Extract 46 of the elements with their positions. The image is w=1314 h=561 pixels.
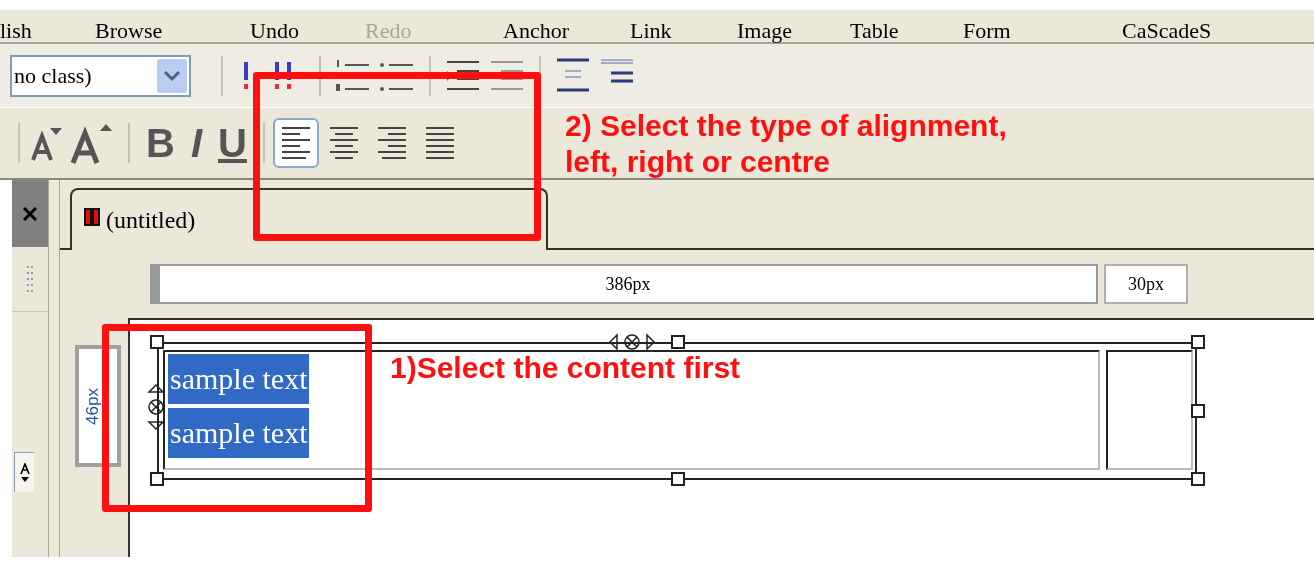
resize-handle[interactable] bbox=[150, 472, 164, 486]
annotation-text: left, right or centre bbox=[565, 144, 832, 180]
row-move-icon[interactable] bbox=[147, 382, 165, 432]
column-width-label: 30px bbox=[1128, 272, 1164, 296]
menu-item[interactable]: Undo bbox=[250, 14, 299, 47]
resize-handle[interactable] bbox=[1191, 472, 1205, 486]
resize-handle[interactable] bbox=[1191, 335, 1205, 349]
close-icon[interactable] bbox=[23, 206, 37, 221]
chevron-down-icon bbox=[157, 58, 187, 93]
menu-item[interactable]: Table bbox=[850, 14, 899, 47]
text-style-button[interactable]: I bbox=[182, 123, 210, 163]
document-tab[interactable]: (untitled) bbox=[70, 188, 548, 250]
cell-text: sample text bbox=[168, 408, 310, 458]
align-left-icon bbox=[279, 125, 312, 161]
exclamation-icon[interactable] bbox=[241, 61, 251, 90]
menu-item[interactable]: Image bbox=[737, 14, 792, 47]
resize-handle[interactable] bbox=[1191, 404, 1205, 418]
align-left-button[interactable] bbox=[272, 118, 319, 168]
outdent-icon[interactable] bbox=[489, 58, 525, 93]
menu-item[interactable]: Link bbox=[630, 14, 672, 47]
align-center-icon bbox=[327, 125, 360, 161]
resize-handle[interactable] bbox=[150, 335, 164, 349]
annotation-text: 2) Select the type of alignment, bbox=[565, 108, 1007, 144]
annotation-text: 1)Select the content first bbox=[390, 350, 741, 386]
class-dropdown[interactable]: no class) bbox=[10, 54, 191, 97]
menu-item[interactable]: CaScadeS bbox=[1122, 14, 1212, 47]
menu-item[interactable]: Browse bbox=[95, 14, 163, 47]
menu-item[interactable]: Form bbox=[963, 14, 1011, 47]
text-style-button[interactable]: U bbox=[210, 123, 255, 163]
text-style-button[interactable]: B bbox=[138, 123, 183, 163]
horizontal-rule-icon[interactable] bbox=[557, 56, 589, 95]
font-size-icon[interactable] bbox=[18, 462, 31, 483]
column-width-label: 386px bbox=[605, 272, 651, 296]
row-height-label: 46px bbox=[84, 387, 101, 425]
menu-item[interactable]: Anchor bbox=[503, 14, 569, 47]
indent-icon[interactable] bbox=[445, 58, 481, 93]
resize-handle[interactable] bbox=[671, 472, 685, 486]
align-right-icon bbox=[375, 125, 408, 161]
grip-icon[interactable] bbox=[26, 264, 34, 294]
column-move-icon[interactable] bbox=[607, 333, 657, 351]
document-icon bbox=[84, 208, 100, 226]
menu-item[interactable]: lish bbox=[0, 14, 32, 47]
cell-text: sample text bbox=[168, 354, 310, 404]
resize-handle[interactable] bbox=[671, 335, 685, 349]
align-justify-icon bbox=[423, 125, 456, 161]
numbered-list-icon[interactable] bbox=[335, 58, 371, 93]
